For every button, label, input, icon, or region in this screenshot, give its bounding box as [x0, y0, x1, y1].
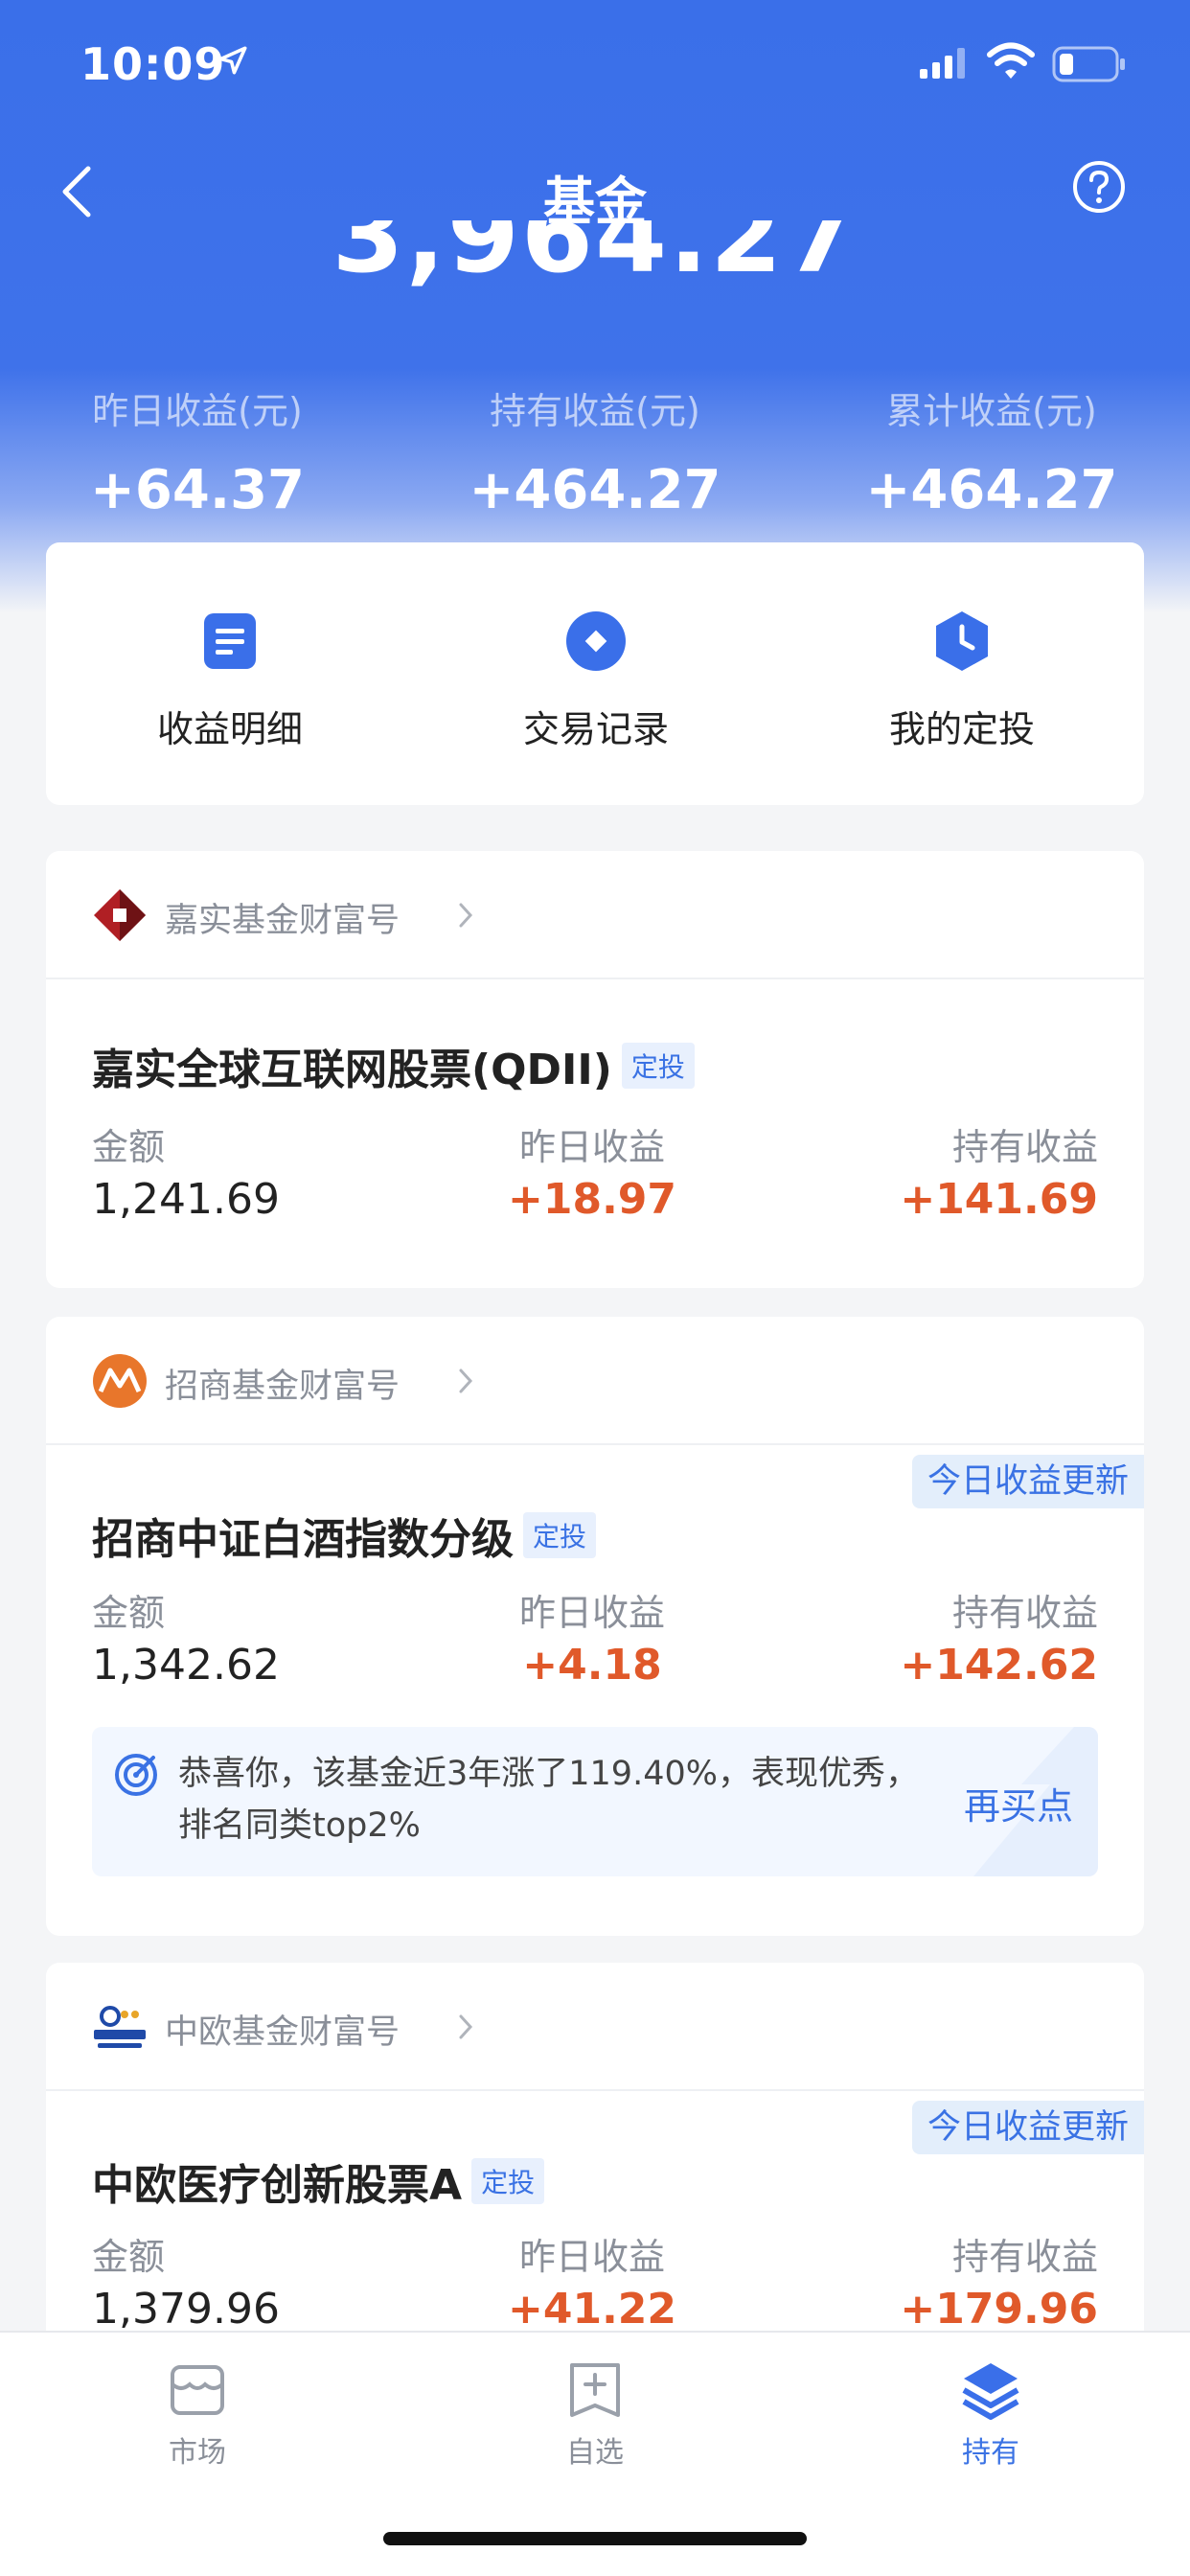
action-income-details[interactable]: 收益明细 [86, 610, 374, 752]
stat-holding: 持有收益(元) +464.27 [451, 381, 739, 521]
income-updated-badge: 今日收益更新 [911, 2101, 1144, 2154]
yesterday-value: +4.18 [522, 1641, 662, 1690]
cmb-fund-logo-icon [93, 1354, 147, 1408]
target-icon [115, 1754, 157, 1796]
yesterday-value: +41.22 [507, 2285, 677, 2334]
stat-value: +464.27 [865, 459, 1118, 521]
auto-invest-tag: 定投 [471, 2158, 545, 2204]
chevron-right-icon [459, 1368, 473, 1393]
tab-holdings[interactable]: 持有 [895, 2359, 1087, 2471]
fund-brand-header[interactable]: 中欧基金财富号 [46, 1963, 1144, 2091]
stat-label: 累计收益(元) [886, 390, 1097, 432]
fund-brand-name: 嘉实基金财富号 [165, 902, 400, 940]
holding-label: 持有收益 [951, 1592, 1098, 1634]
holding-label: 持有收益 [951, 1126, 1098, 1168]
action-label: 我的定投 [888, 708, 1035, 750]
stat-value: +464.27 [469, 459, 721, 521]
holding-value: +141.69 [900, 1175, 1098, 1224]
amount-value: 1,342.62 [92, 1641, 280, 1690]
clock-icon [936, 611, 988, 671]
tab-label: 市场 [169, 2436, 226, 2470]
amount-label: 金额 [92, 2236, 166, 2278]
tab-market[interactable]: 市场 [102, 2359, 293, 2471]
battery-icon [1052, 46, 1125, 82]
cellular-signal-icon [920, 48, 965, 79]
location-arrow-icon [218, 46, 247, 75]
fund-name-text: 中欧医疗创新股票A [92, 2161, 463, 2210]
action-label: 收益明细 [156, 708, 303, 750]
stat-label: 持有收益(元) [490, 390, 700, 432]
home-indicator[interactable] [383, 2532, 807, 2545]
auto-invest-tag: 定投 [523, 1512, 597, 1558]
stat-yesterday: 昨日收益(元) +64.37 [54, 381, 341, 521]
fund-name-text: 嘉实全球互联网股票(QDII) [92, 1046, 612, 1094]
tab-watchlist[interactable]: 自选 [499, 2359, 691, 2471]
performance-tip: 恭喜你，该基金近3年涨了119.40%，表现优秀，排名同类top2% 再买点 [92, 1727, 1098, 1876]
amount-value: 1,241.69 [92, 1175, 280, 1224]
fund-name[interactable]: 嘉实全球互联网股票(QDII) 定投 [92, 1035, 695, 1096]
yesterday-label: 昨日收益 [518, 1126, 665, 1168]
fund-card[interactable]: 嘉实基金财富号 嘉实全球互联网股票(QDII) 定投 金额 昨日收益 持有收益 1… [46, 851, 1144, 1288]
stat-cumulative: 累计收益(元) +464.27 [848, 381, 1135, 521]
stat-label: 昨日收益(元) [92, 390, 303, 432]
amount-label: 金额 [92, 1126, 166, 1168]
holding-label: 持有收益 [951, 2236, 1098, 2278]
fund-name[interactable]: 中欧医疗创新股票A 定投 [92, 2150, 545, 2212]
status-time: 10:09 [80, 38, 226, 90]
stat-value: +64.37 [89, 459, 306, 521]
watchlist-icon [570, 2363, 620, 2417]
amount-label: 金额 [92, 1592, 166, 1634]
tip-text: 恭喜你，该基金近3年涨了119.40%，表现优秀，排名同类top2% [178, 1755, 919, 1845]
status-bar: 10:09 [0, 0, 1190, 134]
fund-brand-name: 招商基金财富号 [165, 1368, 400, 1406]
yesterday-label: 昨日收益 [518, 2236, 665, 2278]
holding-value: +179.96 [900, 2285, 1098, 2334]
total-assets-container: 3,964.27 [0, 220, 1190, 316]
fund-brand-header[interactable]: 招商基金财富号 [46, 1317, 1144, 1445]
total-assets-value: 3,964.27 [332, 220, 858, 296]
quick-actions-card: 收益明细 交易记录 我的定投 [46, 542, 1144, 805]
fund-name[interactable]: 招商中证白酒指数分级 定投 [92, 1505, 597, 1566]
diamond-icon [566, 611, 626, 671]
action-trade-records[interactable]: 交易记录 [452, 610, 740, 752]
yesterday-value: +18.97 [507, 1175, 677, 1224]
chevron-right-icon [459, 2014, 473, 2039]
document-icon [204, 613, 256, 669]
buy-more-link[interactable]: 再买点 [964, 1777, 1073, 1829]
yesterday-label: 昨日收益 [518, 1592, 665, 1634]
help-icon[interactable] [1071, 159, 1127, 215]
holdings-layers-icon [962, 2363, 1019, 2420]
action-my-auto-invest[interactable]: 我的定投 [818, 610, 1106, 752]
income-updated-badge: 今日收益更新 [911, 1455, 1144, 1508]
tab-label: 自选 [566, 2436, 624, 2470]
fund-name-text: 招商中证白酒指数分级 [92, 1515, 514, 1564]
fund-brand-header[interactable]: 嘉实基金财富号 [46, 851, 1144, 979]
fund-card[interactable]: 招商基金财富号 今日收益更新 招商中证白酒指数分级 定投 金额 昨日收益 持有收益… [46, 1317, 1144, 1936]
action-label: 交易记录 [522, 708, 669, 750]
chevron-right-icon [459, 903, 473, 928]
fund-brand-name: 中欧基金财富号 [165, 2013, 400, 2052]
auto-invest-tag: 定投 [621, 1043, 695, 1089]
wifi-icon [987, 42, 1035, 79]
holding-value: +142.62 [900, 1641, 1098, 1690]
market-icon [171, 2365, 224, 2415]
china-europe-fund-logo-icon [94, 2006, 146, 2048]
fund-card[interactable]: 中欧基金财富号 今日收益更新 中欧医疗创新股票A 定投 金额 昨日收益 持有收益 … [46, 1963, 1144, 2365]
tab-label: 持有 [962, 2436, 1019, 2470]
harvest-fund-logo-icon [94, 889, 146, 941]
amount-value: 1,379.96 [92, 2285, 280, 2334]
